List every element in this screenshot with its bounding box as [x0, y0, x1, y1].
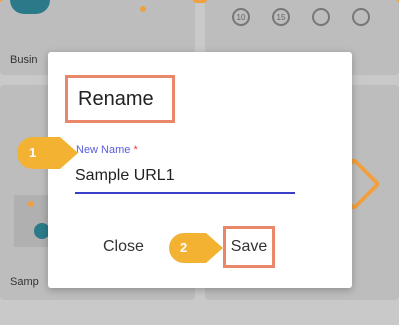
callout-2-number: 2 [180, 240, 188, 255]
dialog-title: Rename [78, 87, 154, 110]
callout-2-marker [169, 233, 223, 263]
card-thumbnail-scatter [14, 195, 50, 247]
dial-icon[interactable] [352, 8, 370, 26]
number-10-icon[interactable]: 10 [232, 8, 250, 26]
close-button[interactable]: Close [103, 238, 144, 256]
card-label-business: Busin [10, 54, 38, 66]
dialog-title-highlight: Rename [65, 75, 175, 123]
gauge-icon[interactable] [312, 8, 330, 26]
new-name-label: New Name * [76, 144, 138, 156]
number-15-icon[interactable]: 15 [272, 8, 290, 26]
callout-1-number: 1 [29, 145, 37, 160]
save-button-highlight: Save [223, 226, 275, 268]
required-asterisk: * [133, 144, 138, 156]
save-button[interactable]: Save [231, 238, 267, 256]
callout-1-marker [17, 137, 78, 169]
new-name-field[interactable] [75, 162, 295, 194]
card-thumbnail [10, 0, 50, 14]
card-label-sample: Samp [10, 276, 39, 288]
card-thumbnail-dot [140, 6, 146, 12]
